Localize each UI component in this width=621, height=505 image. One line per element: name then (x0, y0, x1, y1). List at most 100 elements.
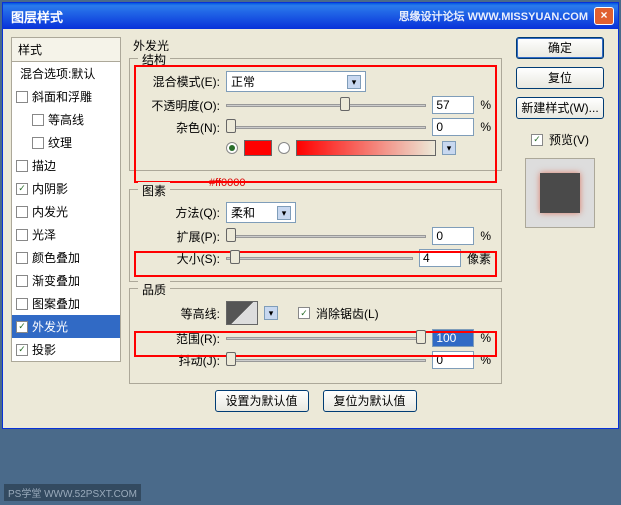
range-label: 范围(R): (140, 330, 220, 347)
range-unit: % (480, 331, 491, 345)
watermark-text: 思缘设计论坛 WWW.MISSYUAN.COM (399, 8, 588, 24)
style-item-纹理[interactable]: 纹理 (12, 131, 120, 154)
size-unit: 像素 (467, 250, 491, 267)
blend-mode-select[interactable]: 正常 ▾ (226, 71, 366, 92)
spread-unit: % (480, 229, 491, 243)
gradient-picker[interactable] (296, 140, 436, 156)
style-item-颜色叠加[interactable]: 颜色叠加 (12, 246, 120, 269)
color-radio[interactable] (226, 142, 238, 154)
size-label: 大小(S): (140, 250, 220, 267)
dialog-title: 图层样式 (11, 7, 399, 26)
noise-label: 杂色(N): (140, 119, 220, 136)
chevron-down-icon: ▾ (347, 75, 361, 89)
range-input[interactable]: 100 (432, 329, 474, 347)
chevron-down-icon[interactable]: ▾ (442, 141, 456, 155)
contour-label: 等高线: (140, 305, 220, 322)
style-checkbox[interactable] (32, 137, 44, 149)
style-label: 内阴影 (32, 180, 68, 197)
style-checkbox[interactable] (16, 91, 28, 103)
styles-header: 样式 (11, 37, 121, 61)
style-label: 外发光 (32, 318, 68, 335)
structure-group: 结构 混合模式(E): 正常 ▾ 不透明度(O): 57 % 杂色(N): (129, 58, 502, 171)
style-item-外发光[interactable]: 外发光 (12, 315, 120, 338)
technique-select[interactable]: 柔和 ▾ (226, 202, 296, 223)
style-item-内发光[interactable]: 内发光 (12, 200, 120, 223)
style-checkbox[interactable] (32, 114, 44, 126)
contour-picker[interactable] (226, 301, 258, 325)
style-checkbox[interactable] (16, 344, 28, 356)
style-label: 斜面和浮雕 (32, 88, 92, 105)
style-item-光泽[interactable]: 光泽 (12, 223, 120, 246)
cancel-button[interactable]: 复位 (516, 67, 604, 89)
style-label: 渐变叠加 (32, 272, 80, 289)
new-style-button[interactable]: 新建样式(W)... (516, 97, 604, 119)
style-label: 纹理 (48, 134, 72, 151)
ok-button[interactable]: 确定 (516, 37, 604, 59)
style-label: 图案叠加 (32, 295, 80, 312)
antialias-label: 消除锯齿(L) (316, 305, 379, 322)
style-item-投影[interactable]: 投影 (12, 338, 120, 361)
style-checkbox[interactable] (16, 229, 28, 241)
size-slider[interactable] (226, 250, 413, 266)
opacity-label: 不透明度(O): (140, 97, 220, 114)
spread-slider[interactable] (226, 228, 426, 244)
style-label: 内发光 (32, 203, 68, 220)
style-label: 投影 (32, 341, 56, 358)
jitter-input[interactable]: 0 (432, 351, 474, 369)
style-checkbox[interactable] (16, 252, 28, 264)
style-checkbox[interactable] (16, 275, 28, 287)
set-default-button[interactable]: 设置为默认值 (215, 390, 309, 412)
opacity-unit: % (480, 98, 491, 112)
jitter-slider[interactable] (226, 352, 426, 368)
hex-annotation: #ff0000 (209, 177, 502, 189)
style-label: 等高线 (48, 111, 84, 128)
reset-default-button[interactable]: 复位为默认值 (323, 390, 417, 412)
size-input[interactable]: 4 (419, 249, 461, 267)
style-item-等高线[interactable]: 等高线 (12, 108, 120, 131)
chevron-down-icon[interactable]: ▾ (264, 306, 278, 320)
watermark-bottom: PS学堂 WWW.52PSXT.COM (4, 484, 141, 501)
preview-swatch (525, 158, 595, 228)
jitter-unit: % (480, 353, 491, 367)
blend-mode-label: 混合模式(E): (140, 73, 220, 90)
spread-label: 扩展(P): (140, 228, 220, 245)
opacity-slider[interactable] (226, 97, 426, 113)
style-item-斜面和浮雕[interactable]: 斜面和浮雕 (12, 85, 120, 108)
jitter-label: 抖动(J): (140, 352, 220, 369)
style-label: 描边 (32, 157, 56, 174)
effect-title: 外发光 (129, 37, 502, 54)
technique-label: 方法(Q): (140, 204, 220, 221)
style-item-渐变叠加[interactable]: 渐变叠加 (12, 269, 120, 292)
antialias-checkbox[interactable] (298, 307, 310, 319)
style-checkbox[interactable] (16, 206, 28, 218)
chevron-down-icon: ▾ (277, 206, 291, 220)
structure-legend: 结构 (138, 51, 170, 68)
color-swatch[interactable] (244, 140, 272, 156)
opacity-input[interactable]: 57 (432, 96, 474, 114)
style-label: 光泽 (32, 226, 56, 243)
noise-slider[interactable] (226, 119, 426, 135)
close-icon[interactable]: × (594, 7, 614, 25)
style-checkbox[interactable] (16, 321, 28, 333)
quality-legend: 品质 (138, 281, 170, 298)
styles-list: 混合选项:默认斜面和浮雕等高线纹理描边内阴影内发光光泽颜色叠加渐变叠加图案叠加外… (11, 61, 121, 362)
range-slider[interactable] (226, 330, 426, 346)
noise-input[interactable]: 0 (432, 118, 474, 136)
style-checkbox[interactable] (16, 160, 28, 172)
style-label: 颜色叠加 (32, 249, 80, 266)
style-item-图案叠加[interactable]: 图案叠加 (12, 292, 120, 315)
style-checkbox[interactable] (16, 183, 28, 195)
elements-legend: 图素 (138, 182, 170, 199)
elements-group: 图素 方法(Q): 柔和 ▾ 扩展(P): 0 % 大小(S): (129, 189, 502, 282)
gradient-radio[interactable] (278, 142, 290, 154)
noise-unit: % (480, 120, 491, 134)
blend-options-item[interactable]: 混合选项:默认 (12, 62, 120, 85)
spread-input[interactable]: 0 (432, 227, 474, 245)
titlebar[interactable]: 图层样式 思缘设计论坛 WWW.MISSYUAN.COM × (3, 3, 618, 29)
style-checkbox[interactable] (16, 298, 28, 310)
preview-label: 预览(V) (549, 131, 589, 148)
style-item-内阴影[interactable]: 内阴影 (12, 177, 120, 200)
style-item-描边[interactable]: 描边 (12, 154, 120, 177)
quality-group: 品质 等高线: ▾ 消除锯齿(L) 范围(R): 100 % 抖 (129, 288, 502, 384)
preview-checkbox[interactable] (531, 134, 543, 146)
